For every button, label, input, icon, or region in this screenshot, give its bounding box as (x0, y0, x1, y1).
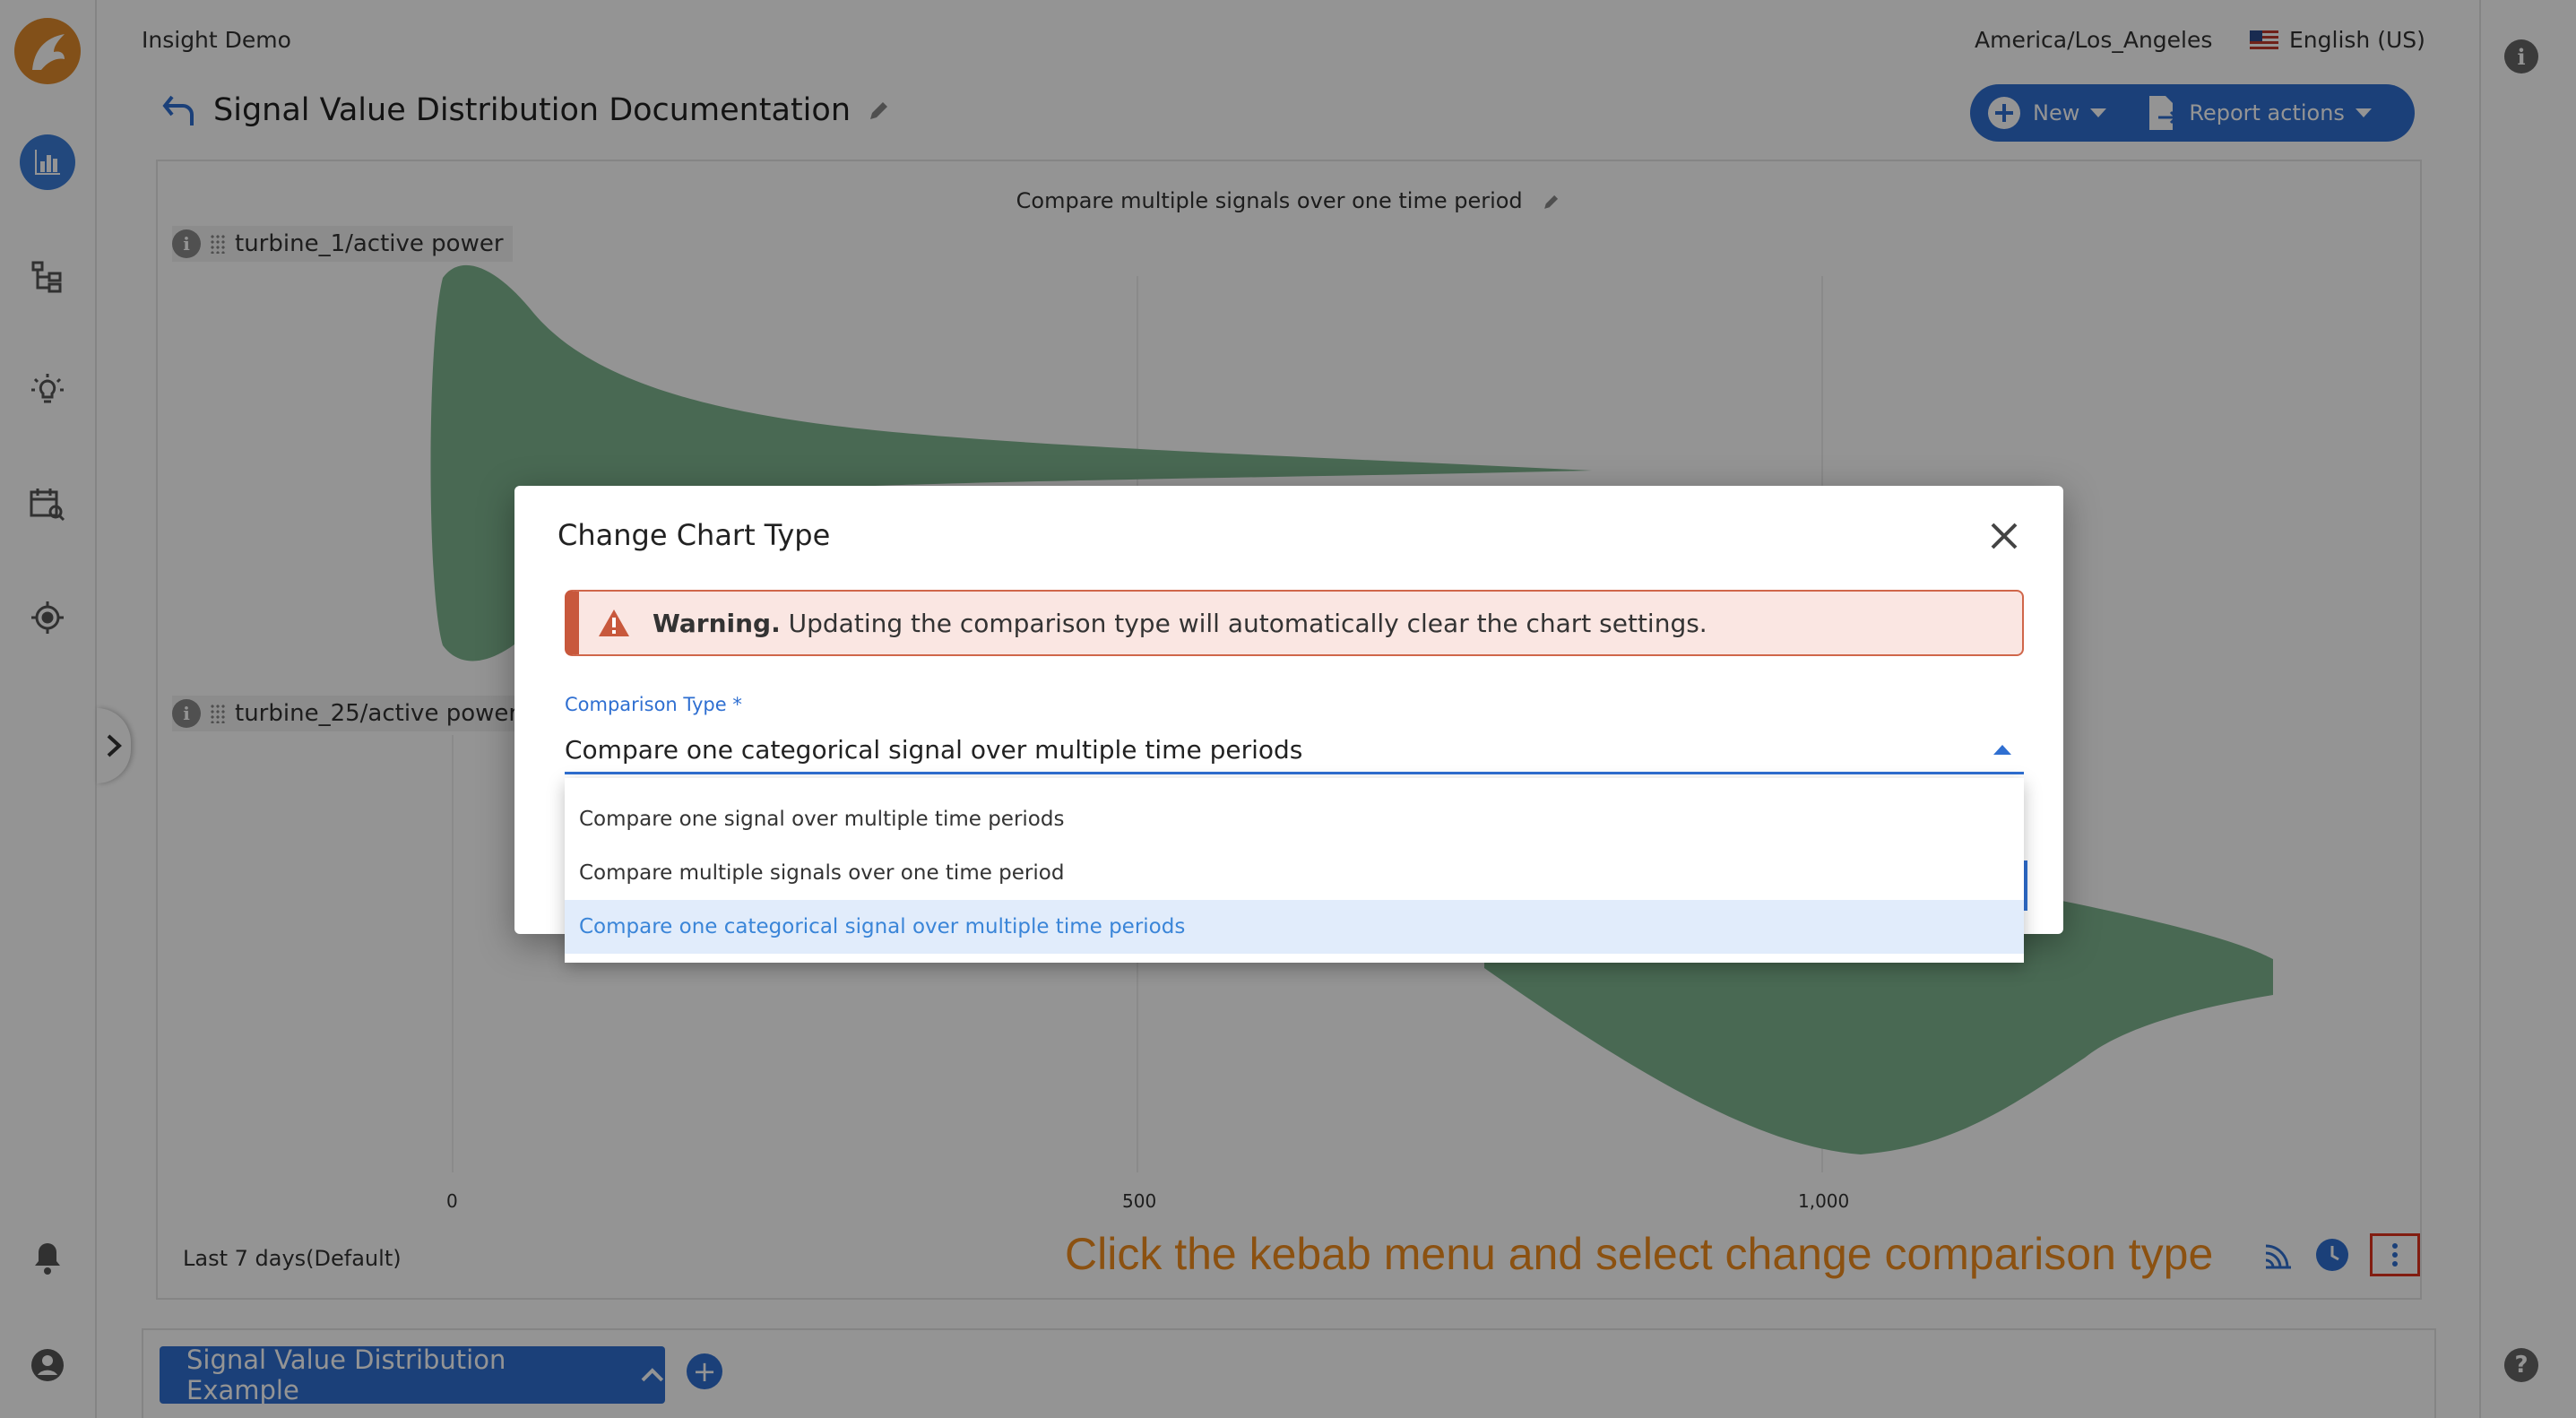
warning-message: Warning. Updating the comparison type wi… (653, 609, 1707, 638)
comparison-type-label: Comparison Type * (565, 694, 742, 715)
option-categorical-signal-multiple-periods[interactable]: Compare one categorical signal over mult… (565, 900, 2024, 954)
comparison-type-options: Compare one signal over multiple time pe… (565, 778, 2024, 963)
warning-text: Updating the comparison type will automa… (788, 608, 1707, 638)
option-multiple-signals-one-period[interactable]: Compare multiple signals over one time p… (565, 846, 2024, 900)
close-button[interactable] (1984, 516, 2024, 556)
dialog-title: Change Chart Type (558, 518, 831, 552)
warning-icon (599, 610, 629, 636)
warning-alert: Warning. Updating the comparison type wi… (565, 590, 2024, 656)
close-icon (1991, 523, 2018, 549)
comparison-type-select[interactable]: Compare one categorical signal over mult… (565, 728, 2024, 774)
comparison-type-value: Compare one categorical signal over mult… (565, 735, 1303, 765)
warning-bold: Warning. (653, 608, 781, 638)
chevron-up-icon[interactable] (1993, 745, 2011, 755)
option-one-signal-multiple-periods[interactable]: Compare one signal over multiple time pe… (565, 792, 2024, 846)
